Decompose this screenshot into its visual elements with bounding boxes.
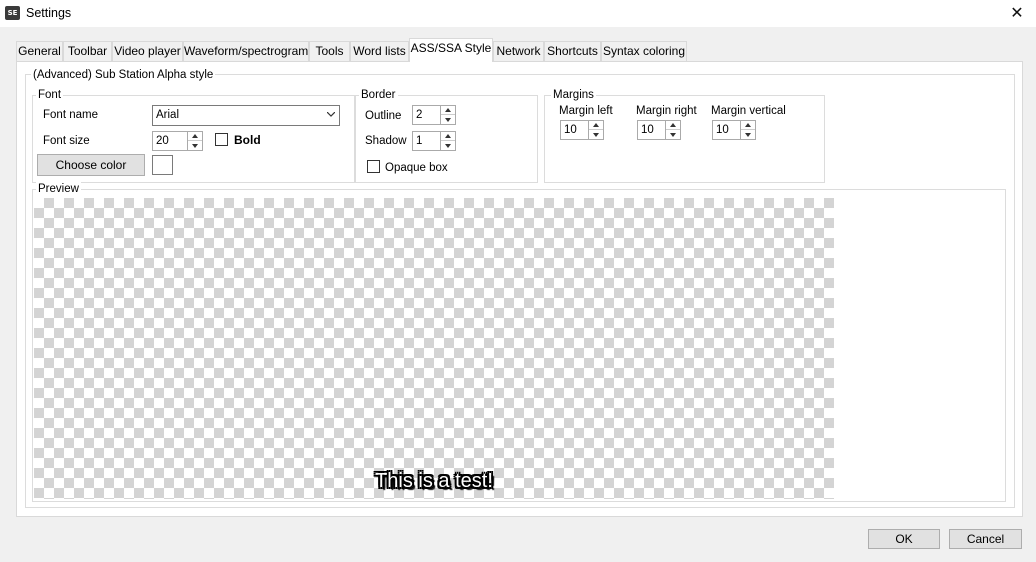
window-title: Settings: [26, 6, 72, 20]
spinner-buttons: [665, 121, 680, 139]
font-name-label: Font name: [43, 109, 98, 121]
border-group-label: Border: [359, 88, 398, 102]
margin-right-spinner[interactable]: 10: [637, 120, 681, 140]
font-size-spinner[interactable]: 20: [152, 131, 203, 151]
opaque-box-checkbox[interactable]: [367, 160, 380, 173]
margin-right-value: 10: [641, 124, 654, 136]
choose-color-button[interactable]: Choose color: [37, 154, 145, 176]
shadow-label: Shadow: [365, 135, 407, 147]
cancel-button[interactable]: Cancel: [949, 529, 1022, 549]
margins-group-label: Margins: [551, 88, 596, 102]
tab-shortcuts[interactable]: Shortcuts: [544, 41, 601, 62]
spin-up-icon[interactable]: [441, 132, 455, 141]
spin-down-icon[interactable]: [441, 115, 455, 124]
preview-text: This is a test!: [375, 470, 493, 492]
chevron-down-icon: [327, 112, 335, 117]
tab-word-lists[interactable]: Word lists: [350, 41, 409, 62]
spin-down-icon[interactable]: [666, 130, 680, 139]
bold-checkbox[interactable]: [215, 133, 228, 146]
opaque-box-label: Opaque box: [385, 162, 448, 174]
font-name-combo[interactable]: Arial: [152, 105, 340, 126]
bold-label: Bold: [234, 133, 261, 147]
margin-vertical-label: Margin vertical: [711, 105, 786, 117]
outline-label: Outline: [365, 110, 402, 122]
spin-up-icon[interactable]: [188, 132, 202, 141]
margin-vertical-value: 10: [716, 124, 729, 136]
tab-panel: (Advanced) Sub Station Alpha style Font …: [16, 61, 1023, 517]
spin-down-icon[interactable]: [188, 141, 202, 150]
title-bar: SE Settings ✕: [0, 0, 1036, 27]
margin-left-spinner[interactable]: 10: [560, 120, 604, 140]
preview-canvas: This is a test!: [34, 198, 834, 499]
spin-up-icon[interactable]: [666, 121, 680, 130]
spin-up-icon[interactable]: [441, 106, 455, 115]
tab-general[interactable]: General: [16, 41, 63, 62]
shadow-spinner[interactable]: 1: [412, 131, 456, 151]
font-size-value: 20: [156, 135, 169, 147]
close-icon[interactable]: ✕: [998, 0, 1036, 27]
ok-button[interactable]: OK: [868, 529, 940, 549]
spin-down-icon[interactable]: [589, 130, 603, 139]
preview-label: Preview: [36, 182, 81, 196]
margin-left-value: 10: [564, 124, 577, 136]
font-size-label: Font size: [43, 135, 90, 147]
outline-spinner[interactable]: 2: [412, 105, 456, 125]
margin-right-label: Margin right: [636, 105, 697, 117]
spinner-buttons: [440, 132, 455, 150]
tab-toolbar[interactable]: Toolbar: [63, 41, 112, 62]
margin-left-label: Margin left: [559, 105, 613, 117]
ssa-style-title: (Advanced) Sub Station Alpha style: [31, 68, 216, 82]
spinner-buttons: [588, 121, 603, 139]
tab-syntax-coloring[interactable]: Syntax coloring: [601, 41, 687, 62]
spin-up-icon[interactable]: [589, 121, 603, 130]
spinner-buttons: [187, 132, 202, 150]
outline-value: 2: [416, 109, 423, 121]
spin-down-icon[interactable]: [741, 130, 755, 139]
margin-vertical-spinner[interactable]: 10: [712, 120, 756, 140]
tab-network[interactable]: Network: [493, 41, 544, 62]
tab-ass-ssa-style[interactable]: ASS/SSA Style: [409, 38, 493, 62]
tab-video-player[interactable]: Video player: [112, 41, 183, 62]
spinner-buttons: [740, 121, 755, 139]
font-group-label: Font: [36, 88, 64, 102]
spin-up-icon[interactable]: [741, 121, 755, 130]
shadow-value: 1: [416, 135, 423, 147]
tab-tools[interactable]: Tools: [309, 41, 350, 62]
font-name-value: Arial: [156, 109, 180, 121]
tab-waveform[interactable]: Waveform/spectrogram: [183, 41, 309, 62]
spinner-buttons: [440, 106, 455, 124]
app-icon: SE: [5, 6, 20, 20]
font-color-swatch[interactable]: [152, 155, 173, 175]
spin-down-icon[interactable]: [441, 141, 455, 150]
